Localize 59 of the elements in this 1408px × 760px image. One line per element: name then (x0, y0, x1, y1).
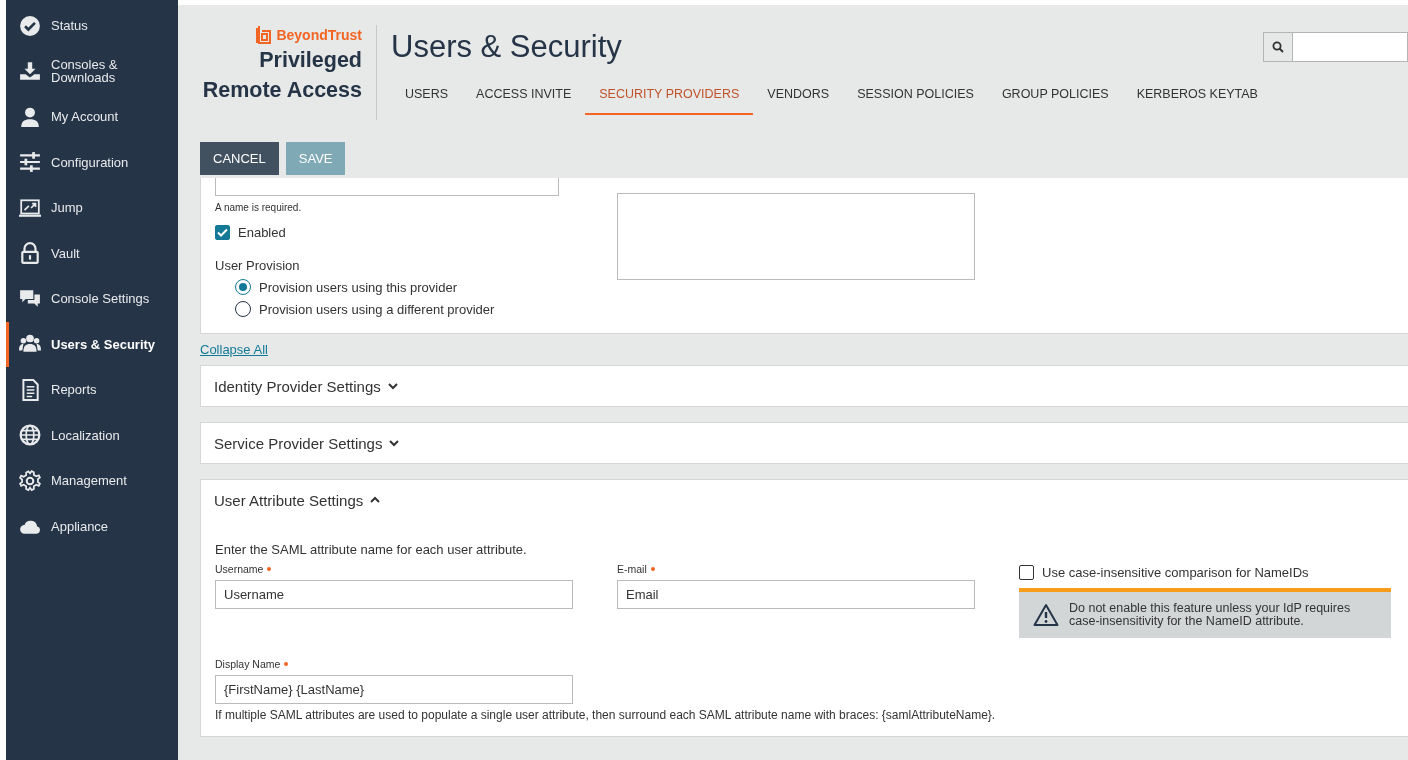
sidebar-item[interactable]: My Account (6, 94, 178, 140)
product-name: Privileged (259, 47, 362, 74)
checkbox[interactable] (1019, 565, 1034, 580)
nav-icon (19, 196, 41, 219)
sidebar-item[interactable]: Localization (6, 412, 178, 458)
tab[interactable]: SESSION POLICIES (843, 87, 988, 115)
input-field[interactable]: Username (215, 580, 573, 609)
field-label: E-mail (617, 563, 647, 575)
search-field[interactable] (1263, 32, 1408, 62)
nav-icon (19, 469, 41, 492)
tab[interactable]: USERS (391, 87, 463, 115)
name-field[interactable] (215, 178, 559, 196)
collapse-all-link[interactable]: Collapse All (200, 342, 268, 357)
sidebar-item[interactable]: Console Settings (6, 276, 178, 322)
nav-icon (19, 105, 41, 128)
product-name: Remote Access (202, 77, 362, 104)
chevron-down-icon (386, 380, 399, 392)
field-label: Username (215, 563, 264, 575)
sidebar-item[interactable]: Vault (6, 230, 178, 276)
group-label: User Provision (215, 258, 301, 273)
input-field[interactable]: {FirstName} {LastName} (215, 675, 573, 704)
tab[interactable]: ACCESS INVITE (462, 87, 586, 115)
field-label: Display Name (215, 658, 281, 670)
radio-label: Provision users using a different provider (259, 301, 495, 317)
checkbox-label: Use case-insensitive comparison for NameIDs (1042, 565, 1309, 580)
sidebar-item[interactable]: Reports (6, 367, 178, 413)
company-logo: BeyondTrust (256, 25, 362, 45)
search-icon (1272, 41, 1284, 53)
tab[interactable]: KERBEROS KEYTAB (1122, 87, 1272, 115)
sidebar-item[interactable]: Consoles & Downloads (6, 48, 178, 94)
sidebar-item[interactable]: Configuration (6, 139, 178, 185)
instruction-text: Enter the SAML attribute name for each user attribute. (215, 542, 528, 557)
sidebar-item[interactable]: Appliance (6, 503, 178, 549)
nav-icon (19, 378, 41, 401)
nav-icon (19, 424, 41, 447)
radio-label: Provision users using this provider (259, 279, 457, 295)
sidebar-item[interactable]: Management (6, 458, 178, 504)
chevron-down-icon (388, 437, 401, 449)
help-text: If multiple SAML attributes are used to populate a single user attribute, then surround each SAML attribute name with braces: {samlAttributeName}. (215, 708, 997, 722)
nav-icon (19, 60, 41, 83)
action-button[interactable]: CANCEL (200, 142, 279, 175)
page-title: Users & Security (391, 29, 622, 65)
field-hint: A name is required. (215, 202, 303, 213)
checkbox-label: Enabled (238, 225, 286, 240)
nav-icon (19, 151, 41, 174)
input-field[interactable]: Email (617, 580, 975, 609)
nav-icon (19, 14, 41, 37)
nav-icon (19, 242, 41, 265)
sidebar-item[interactable]: Status (6, 3, 178, 49)
sidebar-item[interactable]: Jump (6, 185, 178, 231)
tab[interactable]: VENDORS (753, 87, 844, 115)
warning-icon (1033, 603, 1059, 627)
section-header[interactable]: User Attribute Settings (201, 480, 395, 520)
tab[interactable]: GROUP POLICIES (987, 87, 1123, 115)
checkbox[interactable] (215, 225, 230, 240)
tab[interactable]: SECURITY PROVIDERS (585, 87, 754, 115)
warning-text: Do not enable this feature unless your IdP requires case-insensitivity for the NameID attribute. (1069, 602, 1352, 628)
section-header[interactable]: Identity Provider Settings (201, 366, 412, 406)
section-header[interactable]: Service Provider Settings (201, 423, 414, 463)
